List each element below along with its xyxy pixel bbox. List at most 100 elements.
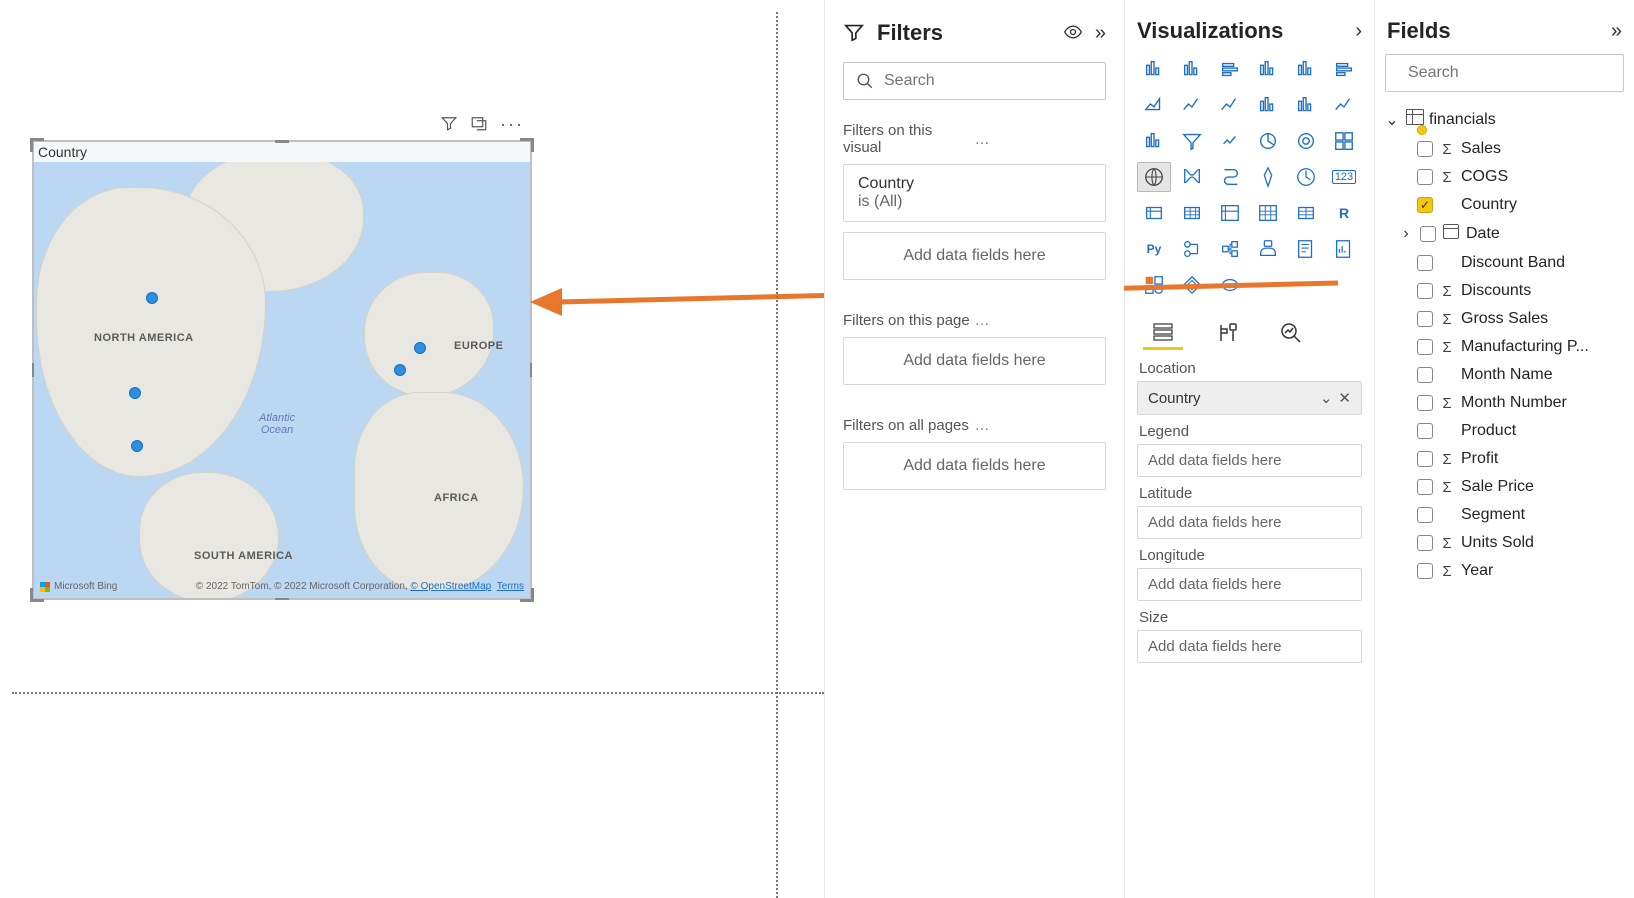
viz-type-icon[interactable]: [1327, 54, 1361, 84]
filters-search[interactable]: [843, 62, 1106, 100]
field-segment[interactable]: ΣSegment: [1383, 501, 1626, 529]
field-sales[interactable]: ΣSales: [1383, 135, 1626, 163]
filters-search-input[interactable]: [884, 72, 1093, 90]
viz-type-icon[interactable]: [1213, 54, 1247, 84]
viz-type-icon[interactable]: [1137, 198, 1171, 228]
field-year[interactable]: ΣYear: [1383, 557, 1626, 585]
field-checkbox[interactable]: [1417, 535, 1433, 551]
field-discount-band[interactable]: ΣDiscount Band: [1383, 249, 1626, 277]
field-gross-sales[interactable]: ΣGross Sales: [1383, 305, 1626, 333]
viz-type-icon[interactable]: [1251, 234, 1285, 264]
field-month-name[interactable]: ΣMonth Name: [1383, 361, 1626, 389]
openstreetmap-link[interactable]: © OpenStreetMap: [410, 581, 491, 592]
field-checkbox[interactable]: [1420, 226, 1436, 242]
section-menu-icon[interactable]: …: [975, 131, 1107, 148]
viz-type-icon[interactable]: [1251, 198, 1285, 228]
field-checkbox[interactable]: [1417, 255, 1433, 271]
viz-type-icon[interactable]: [1251, 54, 1285, 84]
viz-type-icon[interactable]: [1327, 90, 1361, 120]
viz-type-icon[interactable]: [1251, 90, 1285, 120]
filter-card-country[interactable]: Country is (All): [843, 164, 1106, 222]
viz-type-icon[interactable]: [1289, 90, 1323, 120]
viz-type-icon[interactable]: [1213, 90, 1247, 120]
well-legend[interactable]: Add data fields here: [1137, 444, 1362, 477]
viz-type-icon[interactable]: [1213, 234, 1247, 264]
field-units-sold[interactable]: ΣUnits Sold: [1383, 529, 1626, 557]
field-checkbox[interactable]: [1417, 311, 1433, 327]
field-checkbox[interactable]: [1417, 423, 1433, 439]
table-financials[interactable]: ⌄ financials: [1383, 104, 1626, 135]
section-menu-icon[interactable]: …: [975, 417, 1107, 434]
field-profit[interactable]: ΣProfit: [1383, 445, 1626, 473]
viz-type-icon[interactable]: [1213, 198, 1247, 228]
tab-fields[interactable]: [1143, 316, 1183, 350]
field-checkbox[interactable]: [1417, 367, 1433, 383]
filter-drop-visual[interactable]: Add data fields here: [843, 232, 1106, 280]
viz-type-icon[interactable]: [1175, 198, 1209, 228]
field-checkbox[interactable]: [1417, 451, 1433, 467]
fields-search-input[interactable]: [1408, 64, 1615, 82]
chevron-down-icon[interactable]: ⌄: [1385, 110, 1399, 130]
viz-type-icon[interactable]: [1251, 162, 1285, 192]
map-point[interactable]: [146, 292, 158, 304]
filter-drop-all[interactable]: Add data fields here: [843, 442, 1106, 490]
viz-type-icon[interactable]: [1175, 162, 1209, 192]
field-checkbox[interactable]: [1417, 563, 1433, 579]
viz-type-icon[interactable]: ···: [1251, 270, 1285, 300]
viz-type-icon[interactable]: [1213, 126, 1247, 156]
viz-type-icon[interactable]: [1175, 126, 1209, 156]
field-country[interactable]: ✓ΣCountry: [1383, 191, 1626, 219]
field-checkbox[interactable]: [1417, 395, 1433, 411]
viz-type-icon[interactable]: [1175, 234, 1209, 264]
focus-mode-icon[interactable]: [470, 114, 488, 135]
field-checkbox[interactable]: [1417, 141, 1433, 157]
map-point[interactable]: [131, 440, 143, 452]
map-visual[interactable]: ··· Country NORTH AMERICA SOUTH AMERICA …: [32, 140, 532, 600]
section-menu-icon[interactable]: …: [975, 312, 1107, 329]
map-point[interactable]: [414, 342, 426, 354]
well-latitude[interactable]: Add data fields here: [1137, 506, 1362, 539]
viz-type-icon[interactable]: [1137, 126, 1171, 156]
viz-type-icon[interactable]: R: [1327, 198, 1361, 228]
viz-type-icon[interactable]: [1213, 270, 1247, 300]
field-discounts[interactable]: ΣDiscounts: [1383, 277, 1626, 305]
chevron-right-icon[interactable]: ›: [1355, 20, 1362, 43]
viz-type-icon[interactable]: [1137, 270, 1171, 300]
viz-type-icon[interactable]: [1289, 198, 1323, 228]
viz-type-icon[interactable]: [1327, 234, 1361, 264]
field-checkbox[interactable]: [1417, 479, 1433, 495]
filter-drop-page[interactable]: Add data fields here: [843, 337, 1106, 385]
map-area[interactable]: NORTH AMERICA SOUTH AMERICA EUROPE AFRIC…: [34, 162, 530, 598]
field-checkbox[interactable]: ✓: [1417, 197, 1433, 213]
remove-field-icon[interactable]: ✕: [1338, 389, 1351, 407]
viz-type-icon[interactable]: [1289, 54, 1323, 84]
field-checkbox[interactable]: [1417, 283, 1433, 299]
viz-type-icon[interactable]: [1175, 54, 1209, 84]
field-month-number[interactable]: ΣMonth Number: [1383, 389, 1626, 417]
viz-type-icon[interactable]: [1289, 234, 1323, 264]
tab-format[interactable]: [1207, 316, 1247, 350]
filter-icon[interactable]: [440, 114, 458, 135]
viz-type-icon[interactable]: [1137, 54, 1171, 84]
well-longitude[interactable]: Add data fields here: [1137, 568, 1362, 601]
chevron-down-icon[interactable]: ⌄: [1320, 389, 1333, 407]
viz-type-icon[interactable]: [1251, 126, 1285, 156]
well-location[interactable]: Country ⌄ ✕: [1137, 381, 1362, 415]
tab-analytics[interactable]: [1271, 316, 1311, 350]
map-terms-link[interactable]: Terms: [497, 581, 524, 592]
viz-type-icon[interactable]: [1175, 270, 1209, 300]
field-date[interactable]: ›Date: [1383, 219, 1626, 249]
field-checkbox[interactable]: [1417, 339, 1433, 355]
collapse-pane-icon[interactable]: »: [1095, 22, 1106, 45]
chevron-right-icon[interactable]: ›: [1399, 225, 1413, 243]
map-point[interactable]: [129, 387, 141, 399]
field-cogs[interactable]: ΣCOGS: [1383, 163, 1626, 191]
field-sale-price[interactable]: ΣSale Price: [1383, 473, 1626, 501]
map-point[interactable]: [394, 364, 406, 376]
well-size[interactable]: Add data fields here: [1137, 630, 1362, 663]
viz-type-icon[interactable]: 123: [1327, 162, 1361, 192]
more-options-icon[interactable]: ···: [500, 114, 524, 135]
field-checkbox[interactable]: [1417, 169, 1433, 185]
viz-type-icon[interactable]: Py: [1137, 234, 1171, 264]
field-manufacturing-p-[interactable]: ΣManufacturing P...: [1383, 333, 1626, 361]
